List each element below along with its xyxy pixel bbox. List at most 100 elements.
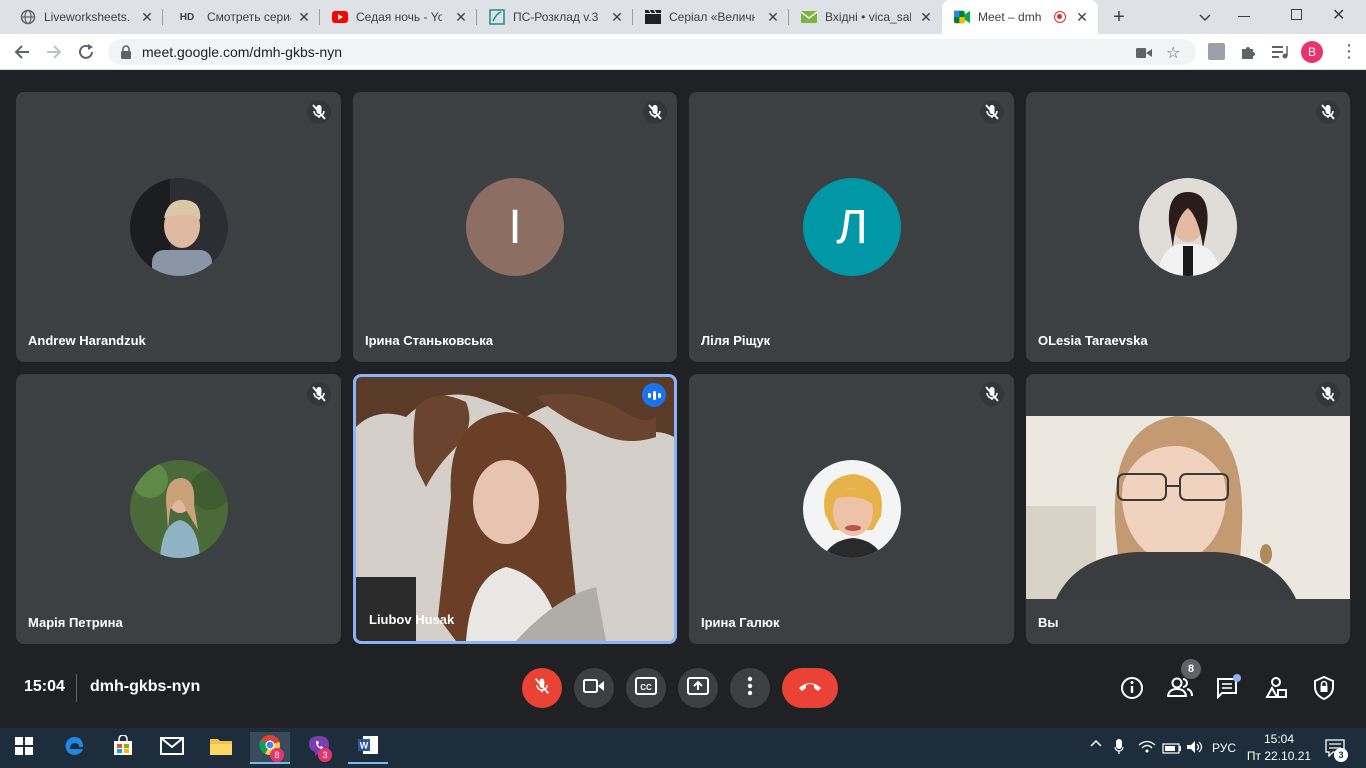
avatar <box>130 178 228 276</box>
participant-name: Марія Петрина <box>28 615 123 630</box>
host-controls-icon[interactable] <box>1312 675 1336 706</box>
start-button[interactable] <box>4 732 44 764</box>
close-window-icon[interactable]: ✕ <box>1332 5 1345 25</box>
puzzle-icon[interactable] <box>1240 43 1258 66</box>
profile-avatar[interactable]: B <box>1301 41 1323 63</box>
close-tab-icon[interactable]: ✕ <box>1074 9 1090 25</box>
mic-off-icon <box>980 100 1004 124</box>
tab-1[interactable]: HD Смотреть сериал ✕ <box>163 0 320 34</box>
speaking-indicator-icon <box>642 383 666 407</box>
network-icon[interactable] <box>1138 740 1156 759</box>
forward-icon[interactable] <box>44 42 64 62</box>
notifications-count-badge: 3 <box>1334 748 1348 762</box>
globe-icon <box>20 9 36 25</box>
self-tile[interactable]: Вы <box>1026 374 1350 644</box>
microphone-tray-icon[interactable] <box>1114 738 1124 761</box>
microphone-button[interactable] <box>522 668 562 708</box>
tab-4[interactable]: Серіал «Величне ✕ <box>633 0 789 34</box>
chrome-menu-icon[interactable]: ⋮ <box>1340 40 1358 62</box>
store-button[interactable] <box>103 732 143 764</box>
folder-icon <box>209 736 233 761</box>
meeting-time: 15:04 <box>24 678 65 695</box>
youtube-icon <box>332 9 348 25</box>
restore-icon[interactable] <box>1291 9 1302 20</box>
windows-taskbar: 8 3 W РУС 15:04 Пт 22.10.21 3 <box>0 728 1366 768</box>
tab-2[interactable]: Седая ночь - You ✕ <box>320 0 477 34</box>
new-tab-button[interactable]: + <box>1108 7 1130 27</box>
extension-icon[interactable] <box>1208 43 1225 60</box>
participant-tile-active[interactable]: Liubov Husak <box>353 374 677 644</box>
avatar <box>803 460 901 558</box>
edge-icon <box>63 735 85 762</box>
minimize-icon[interactable] <box>1238 16 1250 17</box>
svg-text:W: W <box>360 740 369 750</box>
schedule-icon <box>489 9 505 25</box>
viber-badge: 3 <box>318 748 332 762</box>
clock-date[interactable]: Пт 22.10.21 <box>1246 749 1312 763</box>
tab-title: ПС-Розклад v.3.8 <box>513 10 599 24</box>
mail-app-button[interactable] <box>152 732 192 764</box>
mail-icon <box>801 9 817 25</box>
explorer-button[interactable] <box>201 732 241 764</box>
activities-icon[interactable] <box>1264 676 1288 705</box>
captions-button[interactable]: CC <box>626 668 666 708</box>
toolbar: meet.google.com/dmh-gkbs-nyn ☆ B ⋮ <box>0 34 1366 70</box>
more-options-button[interactable] <box>730 668 770 708</box>
participant-tile[interactable]: Andrew Harandzuk <box>16 92 341 362</box>
participant-tile[interactable]: І Ірина Станьковська <box>353 92 677 362</box>
meet-stage: Andrew Harandzuk І Ірина Станьковська Л … <box>0 70 1366 728</box>
volume-icon[interactable] <box>1186 740 1204 759</box>
tab-0[interactable]: Liveworksheets.co ✕ <box>8 0 163 34</box>
camera-button[interactable] <box>574 668 614 708</box>
clock-time[interactable]: 15:04 <box>1246 732 1312 746</box>
bookmark-star-icon[interactable]: ☆ <box>1166 43 1180 63</box>
present-now-button[interactable] <box>678 668 718 708</box>
participant-name: Вы <box>1038 615 1059 630</box>
participant-tile[interactable]: OLesia Taraevska <box>1026 92 1350 362</box>
chat-unread-dot <box>1233 674 1241 682</box>
tab-6[interactable]: Meet – dmh- ✕ <box>942 0 1098 34</box>
show-hidden-icons-icon[interactable] <box>1090 738 1102 753</box>
word-button[interactable]: W <box>348 732 388 764</box>
meeting-details-icon[interactable] <box>1120 676 1144 705</box>
tab-3[interactable]: ПС-Розклад v.3.8 ✕ <box>477 0 633 34</box>
close-tab-icon[interactable]: ✕ <box>609 9 625 25</box>
camera-indicator-icon[interactable] <box>1136 46 1152 64</box>
tab-5[interactable]: Вхідні • vica_saba ✕ <box>789 0 942 34</box>
participants-count-badge: 8 <box>1181 659 1201 679</box>
close-tab-icon[interactable]: ✕ <box>918 9 934 25</box>
close-tab-icon[interactable]: ✕ <box>765 9 781 25</box>
edge-button[interactable] <box>54 732 94 764</box>
tab-search-icon[interactable] <box>1196 8 1214 26</box>
lock-icon[interactable] <box>120 45 132 64</box>
battery-icon[interactable] <box>1162 741 1182 759</box>
back-icon[interactable] <box>12 42 32 62</box>
people-icon[interactable] <box>1166 676 1193 703</box>
call-end-icon <box>797 679 823 697</box>
close-tab-icon[interactable]: ✕ <box>296 9 312 25</box>
close-tab-icon[interactable]: ✕ <box>453 9 469 25</box>
mic-off-icon <box>307 382 331 406</box>
mic-off-icon <box>1316 100 1340 124</box>
address-bar[interactable]: meet.google.com/dmh-gkbs-nyn ☆ <box>108 39 1196 65</box>
close-tab-icon[interactable]: ✕ <box>139 9 155 25</box>
mic-off-icon <box>531 675 553 702</box>
windows-icon <box>15 736 33 760</box>
media-control-icon[interactable] <box>1271 44 1289 65</box>
participant-tile[interactable]: Ірина Галюк <box>689 374 1014 644</box>
tab-title: Седая ночь - You <box>356 10 442 24</box>
self-video-feed <box>1026 416 1350 599</box>
closed-captions-icon: CC <box>635 676 657 700</box>
tab-title: Liveworksheets.co <box>44 10 130 24</box>
participant-name: Ірина Станьковська <box>365 333 493 348</box>
participant-tile[interactable]: Марія Петрина <box>16 374 341 644</box>
chrome-button[interactable] <box>250 732 290 764</box>
clapper-icon <box>645 9 661 25</box>
language-indicator[interactable]: РУС <box>1212 741 1236 755</box>
mic-off-icon <box>980 382 1004 406</box>
reload-icon[interactable] <box>76 42 96 62</box>
participant-tile[interactable]: Л Ліля Ріщук <box>689 92 1014 362</box>
meet-icon <box>954 9 970 25</box>
avatar <box>130 460 228 558</box>
leave-call-button[interactable] <box>782 668 838 708</box>
